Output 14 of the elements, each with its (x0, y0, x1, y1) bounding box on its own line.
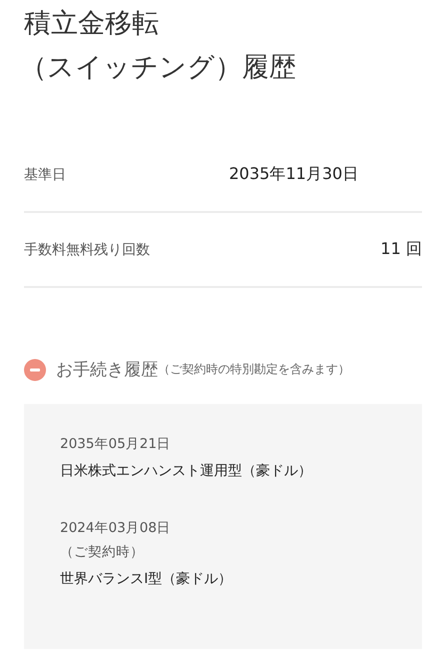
fund-name: 世界バランスI型（豪ドル） (60, 570, 232, 589)
row-label: 手数料無料残り回数 (24, 240, 151, 258)
history-date: 2035年05月21日 (60, 435, 171, 454)
collapse-icon[interactable] (24, 358, 46, 380)
row-label: 基準日 (24, 166, 67, 184)
history-remark: （ご契約時） (60, 543, 144, 562)
page-title: 積立金移転 (24, 7, 159, 41)
fund-name: 日米株式エンハンスト運用型（豪ドル） (60, 462, 312, 481)
section-title: お手続き履歴 (56, 359, 158, 381)
page-title: （スイッチング）履歴 (20, 51, 296, 85)
row-value: 11 回 (380, 239, 422, 260)
section-note: （ご契約時の特別勘定を含みます） (158, 361, 350, 378)
row-value: 2035年11月30日 (228, 164, 360, 185)
history-date: 2024年03月08日 (60, 519, 171, 538)
